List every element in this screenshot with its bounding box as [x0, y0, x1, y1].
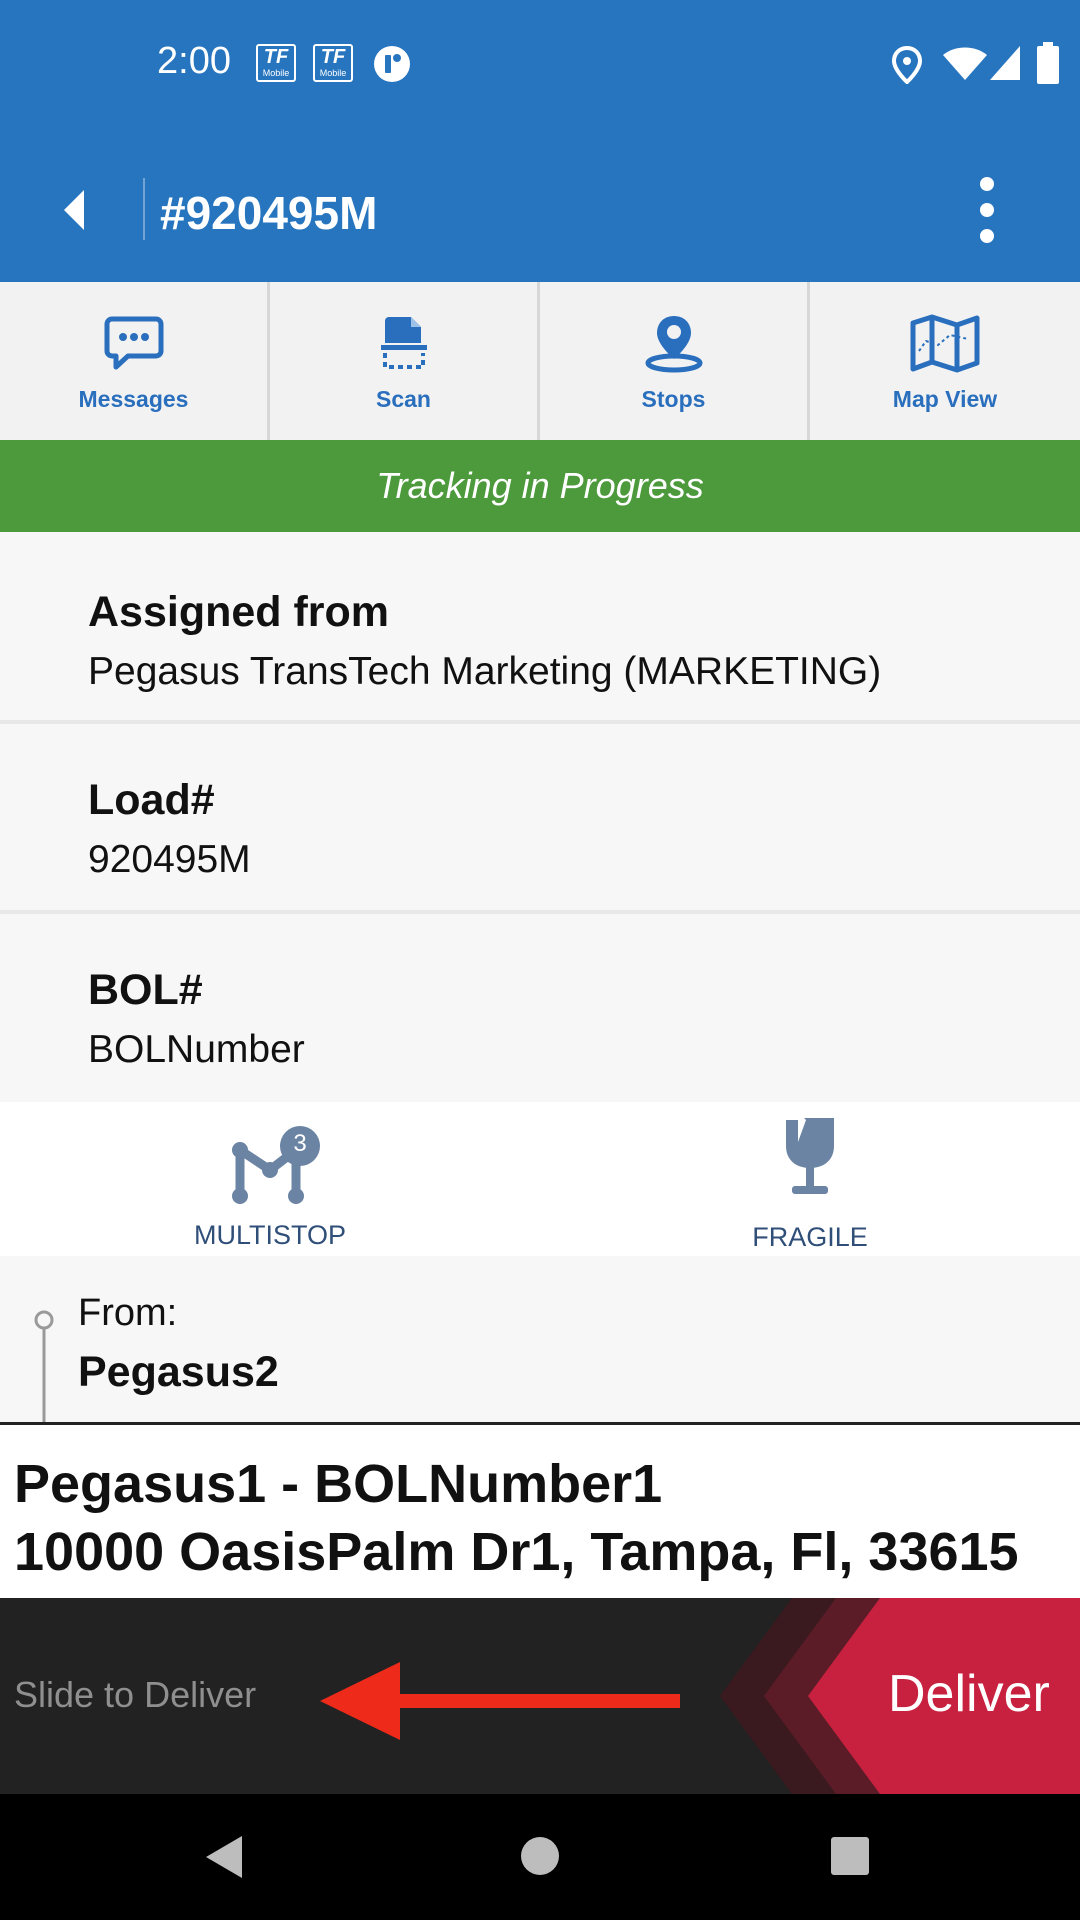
deliver-label: Deliver [888, 1665, 1050, 1723]
multistop-count-badge: 3 [293, 1130, 307, 1157]
messages-button[interactable]: Messages [0, 282, 270, 440]
bol-card: BOL# BOLNumber [0, 914, 1080, 1102]
multistop-label: MULTISTOP [193, 1220, 347, 1250]
tf-mobile-icon: TF Mobile [313, 44, 353, 82]
route-from-name: Pegasus2 [78, 1348, 279, 1396]
more-vert-icon[interactable] [970, 172, 1004, 248]
signal-icon [990, 46, 1020, 80]
load-value: 920495M [88, 838, 251, 881]
circle-app-icon [374, 46, 410, 82]
fragile-glass-icon [786, 1118, 834, 1194]
page-title: #920495M [160, 187, 378, 239]
assigned-from-card: Assigned from Pegasus TransTech Marketin… [0, 532, 1080, 724]
destination-address: 10000 OasisPalm Dr1, Tampa, Fl, 33615 [14, 1522, 1019, 1582]
home-circle-icon[interactable] [520, 1836, 560, 1876]
slide-hint: Slide to Deliver [14, 1674, 257, 1715]
tracking-status-banner: Tracking in Progress [0, 440, 1080, 532]
destination-panel: Pegasus1 - BOLNumber1 10000 OasisPalm Dr… [0, 1422, 1080, 1601]
load-card: Load# 920495M [0, 724, 1080, 914]
status-time: 2:00 [157, 40, 231, 82]
battery-icon [1037, 42, 1059, 84]
route-timeline-icon [34, 1310, 54, 1422]
scan-button[interactable]: Scan [270, 282, 540, 440]
map-view-button[interactable]: Map View [810, 282, 1080, 440]
scan-icon [380, 317, 427, 369]
destination-name: Pegasus1 - BOLNumber1 [14, 1454, 663, 1514]
scan-label: Scan [376, 386, 431, 412]
messages-label: Messages [78, 386, 189, 412]
assigned-from-heading: Assigned from [88, 588, 390, 636]
map-pin-icon [645, 316, 702, 373]
location-icon [892, 46, 922, 84]
route-section: From: Pegasus2 [0, 1256, 1080, 1422]
map-icon [910, 314, 980, 373]
stops-label: Stops [641, 386, 706, 412]
system-nav-bar [0, 1794, 1080, 1920]
back-triangle-icon[interactable] [204, 1834, 244, 1880]
action-toolbar: Messages Scan Stops Map View [0, 282, 1080, 440]
slide-to-deliver[interactable]: Slide to Deliver Deliver [0, 1598, 1080, 1794]
chevron-left-icon[interactable] [54, 182, 94, 238]
recents-square-icon[interactable] [830, 1836, 870, 1876]
title-divider [143, 178, 145, 240]
stops-button[interactable]: Stops [540, 282, 810, 440]
wifi-icon [943, 47, 987, 80]
route-from-label: From: [78, 1292, 178, 1334]
bol-value: BOLNumber [88, 1028, 305, 1071]
map-view-label: Map View [892, 386, 998, 412]
load-flags: 3 MULTISTOP FRAGILE [0, 1102, 1080, 1256]
chat-icon [104, 316, 163, 370]
load-heading: Load# [88, 776, 215, 824]
fragile-label: FRAGILE [752, 1222, 868, 1252]
assigned-from-value: Pegasus TransTech Marketing (MARKETING) [88, 650, 882, 693]
arrow-left-icon [320, 1662, 680, 1740]
tf-mobile-icon: TF Mobile [256, 44, 296, 82]
bol-heading: BOL# [88, 966, 203, 1014]
